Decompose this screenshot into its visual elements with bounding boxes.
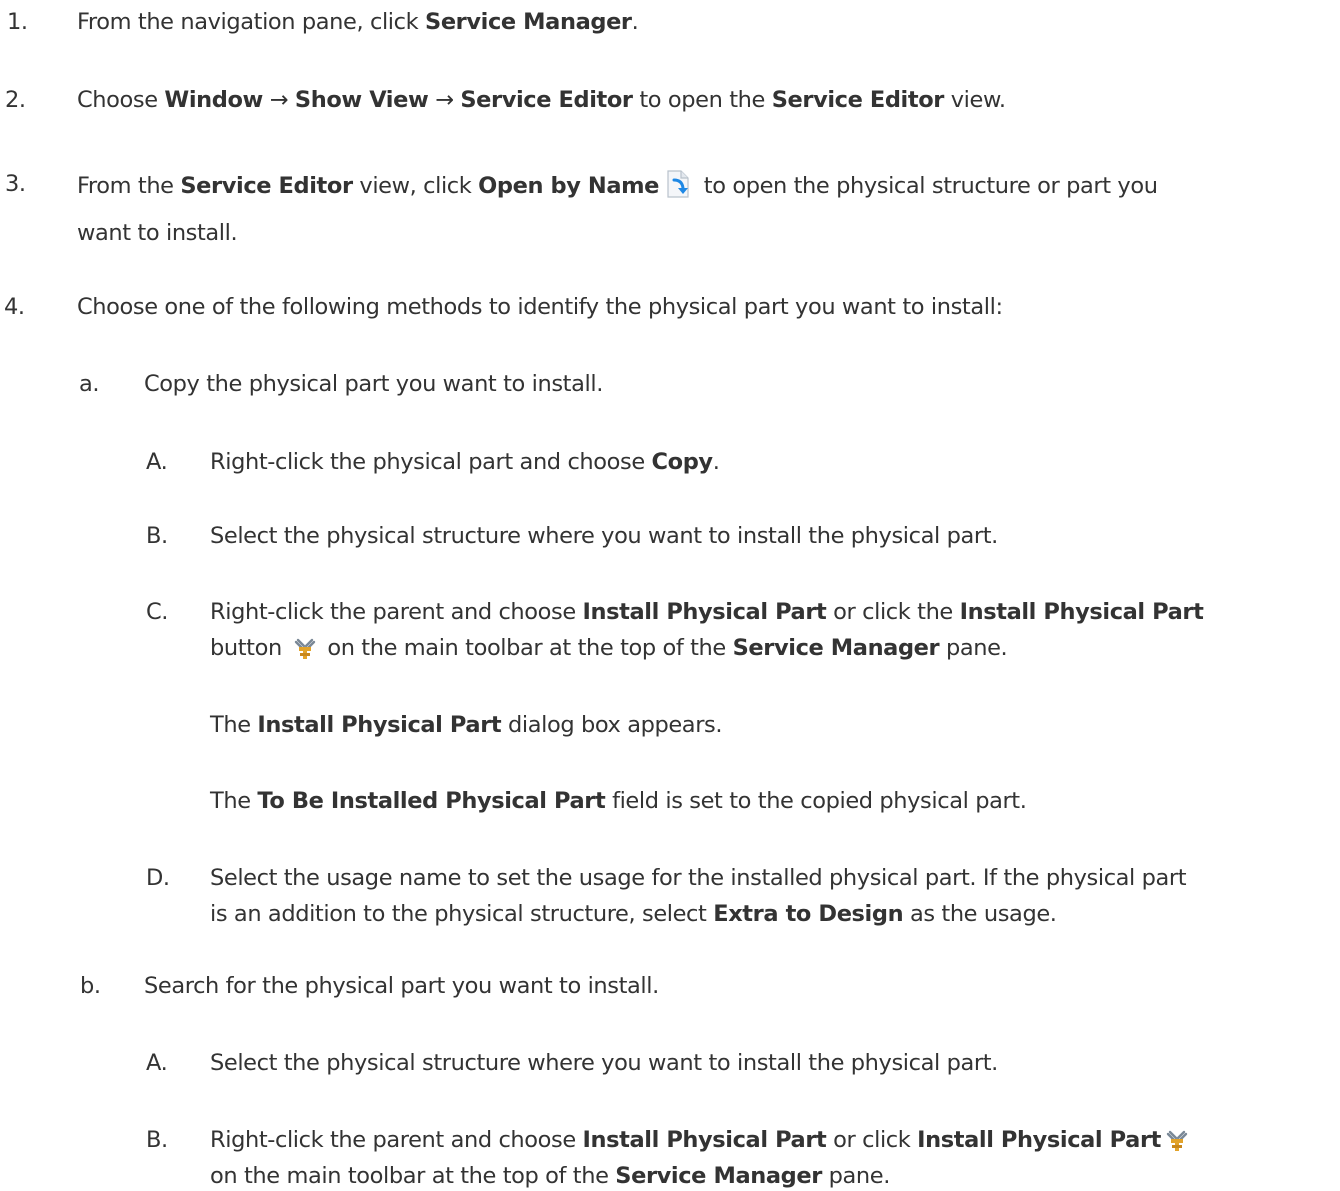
ui-term: Install Physical Part <box>257 712 502 738</box>
step-number: 3. <box>5 171 26 197</box>
substep-letter: B. <box>146 1127 168 1153</box>
substep-text: Right-click the parent and choose Instal… <box>210 599 1204 625</box>
step-number: 4. <box>4 294 25 320</box>
install-physical-part-icon <box>293 637 317 669</box>
method-letter: b. <box>80 973 101 999</box>
substep-text: Select the physical structure where you … <box>210 1050 998 1076</box>
step-text: From the navigation pane, click Service … <box>77 9 639 35</box>
method-letter: a. <box>79 371 100 397</box>
ui-term: Install Physical Part <box>917 1127 1162 1153</box>
ui-term: Extra to Design <box>713 901 904 927</box>
substep-text: Select the usage name to set the usage f… <box>210 865 1187 891</box>
ui-term: Show View <box>294 87 429 113</box>
open-document-icon <box>663 169 693 207</box>
substep-text: Right-click the parent and choose Instal… <box>210 1125 1193 1161</box>
ui-term: Service Manager <box>615 1163 822 1189</box>
substep-text: Select the physical structure where you … <box>210 523 998 549</box>
ui-term: Copy <box>651 449 714 475</box>
substep-letter: A. <box>146 1050 168 1076</box>
ui-term: Service Editor <box>460 87 633 113</box>
substep-letter: D. <box>146 865 170 891</box>
ui-term: Open by Name <box>478 173 660 199</box>
ui-term: Install Physical Part <box>582 599 827 625</box>
ui-term: Install Physical Part <box>959 599 1204 625</box>
step-text: Choose Window → Show View → Service Edit… <box>77 87 1006 113</box>
install-physical-part-icon <box>1165 1129 1189 1161</box>
method-text: Search for the physical part you want to… <box>144 973 659 999</box>
ui-term: Install Physical Part <box>582 1127 827 1153</box>
step-text: Choose one of the following methods to i… <box>77 294 1003 320</box>
ui-term: To Be Installed Physical Part <box>257 788 606 814</box>
ui-term: Service Manager <box>732 635 940 661</box>
substep-text: Right-click the physical part and choose… <box>210 449 720 475</box>
step-number: 2. <box>5 87 26 113</box>
procedure-document: 1. From the navigation pane, click Servi… <box>4 9 1204 1189</box>
step-text: From the Service Editor view, click Open… <box>77 169 1158 207</box>
step-number: 1. <box>7 9 28 35</box>
method-text: Copy the physical part you want to insta… <box>144 371 603 397</box>
ui-term: Service Editor <box>180 173 353 199</box>
ui-term: Window <box>164 87 263 113</box>
substep-letter: A. <box>146 449 168 475</box>
ui-term: Service Editor <box>771 87 945 113</box>
substep-letter: B. <box>146 523 168 549</box>
ui-term: Service Manager <box>425 9 632 35</box>
substep-letter: C. <box>146 599 169 625</box>
